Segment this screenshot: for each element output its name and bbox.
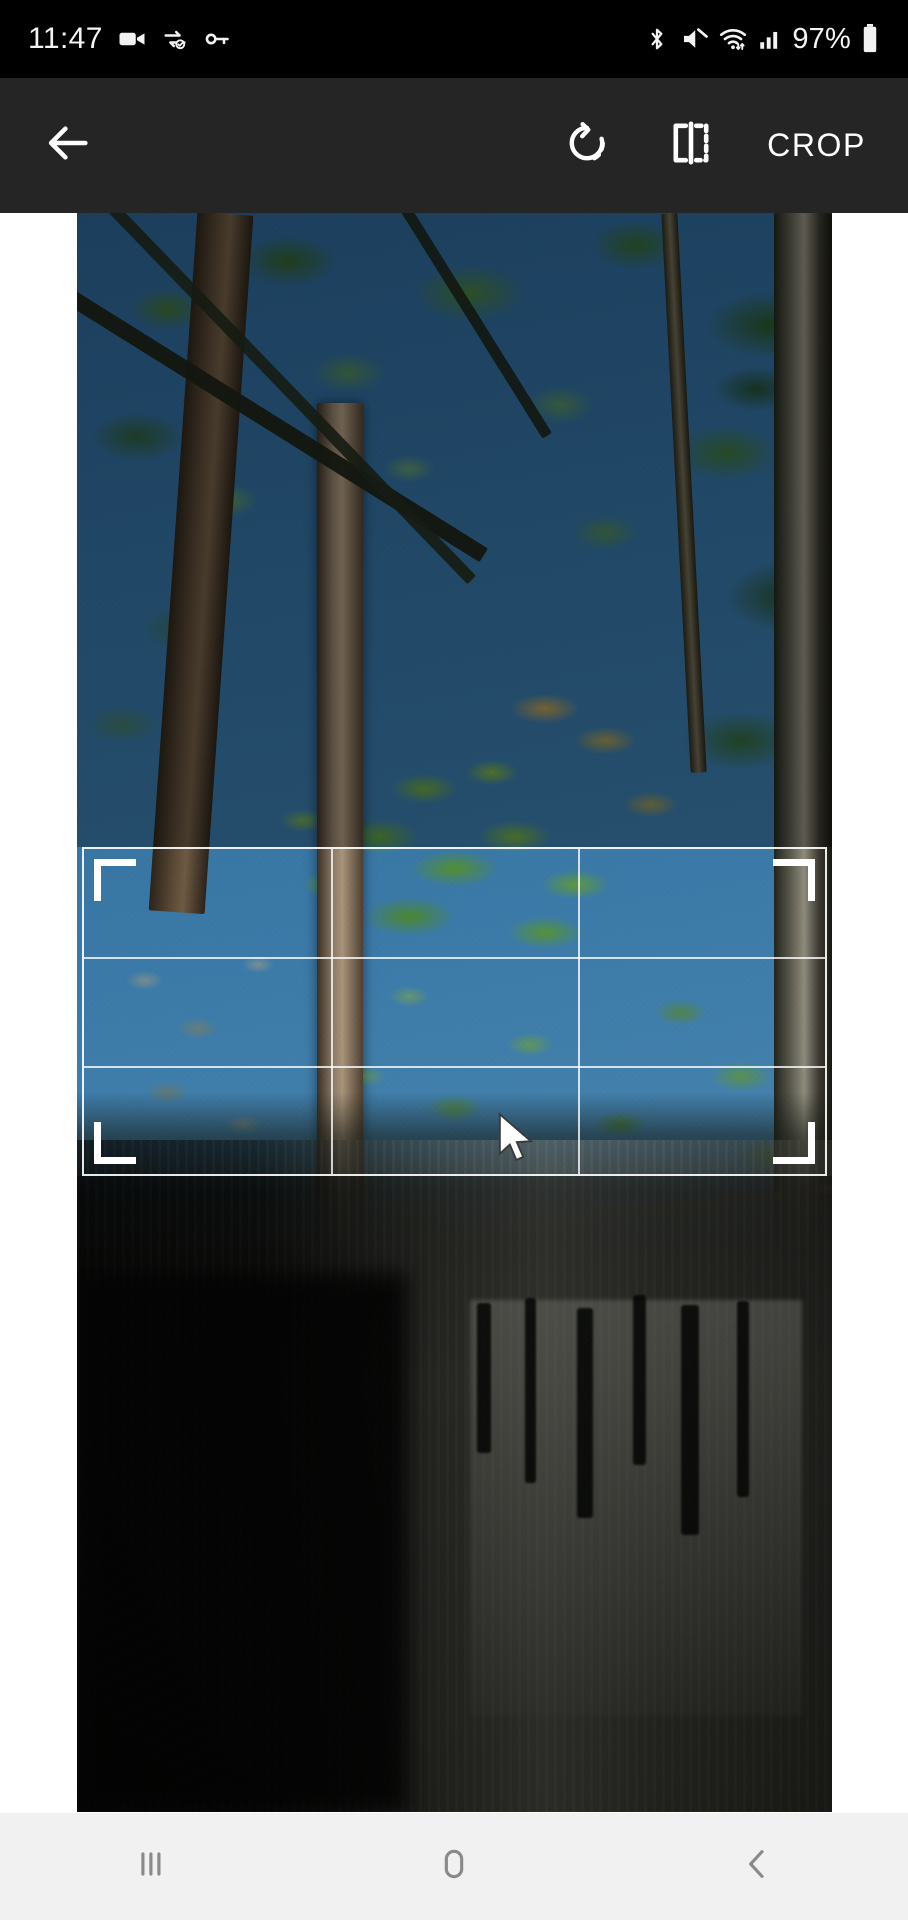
crop-handle-bottom-right[interactable] <box>773 1122 815 1164</box>
nav-back-button[interactable] <box>697 1822 817 1912</box>
photo-preview[interactable] <box>77 213 832 1812</box>
nav-home-button[interactable] <box>394 1822 514 1912</box>
android-navigation-bar <box>0 1813 908 1920</box>
cellular-signal-icon <box>757 25 783 53</box>
phone-screen: 11:47 97% CROP <box>0 0 908 1920</box>
crop-handle-top-right[interactable] <box>773 859 815 901</box>
status-bar-right: 97% <box>644 23 880 56</box>
recents-icon <box>131 1844 171 1889</box>
crop-handle-top-left[interactable] <box>94 859 136 901</box>
editor-canvas <box>0 213 908 1813</box>
flip-horizontal-icon <box>667 119 715 172</box>
bluetooth-icon <box>644 24 670 54</box>
rotate-button[interactable] <box>549 108 625 184</box>
crop-shade-bottom <box>77 1176 832 1812</box>
back-arrow-icon <box>42 117 94 174</box>
editor-toolbar: CROP <box>0 78 908 213</box>
back-button[interactable] <box>30 108 106 184</box>
battery-percent-label: 97% <box>792 22 851 55</box>
data-sync-icon <box>161 25 189 53</box>
status-bar-clock: 11:47 <box>28 22 103 55</box>
crop-handle-bottom-left[interactable] <box>94 1122 136 1164</box>
home-icon <box>434 1844 474 1889</box>
rotate-icon <box>563 119 611 172</box>
crop-grid-line-vertical <box>330 849 333 1174</box>
toolbar-actions: CROP <box>549 108 908 184</box>
volume-mute-icon <box>679 24 709 54</box>
battery-icon <box>860 24 880 54</box>
status-bar: 11:47 97% <box>0 0 908 78</box>
vpn-key-icon <box>203 25 231 53</box>
crop-shade-top <box>77 213 832 847</box>
crop-grid-line-vertical <box>577 849 580 1174</box>
wifi-icon <box>718 24 748 54</box>
crop-button[interactable]: CROP <box>757 117 882 174</box>
flip-button[interactable] <box>653 108 729 184</box>
crop-grid-line-horizontal <box>84 957 825 960</box>
nav-recents-button[interactable] <box>91 1822 211 1912</box>
video-camera-icon <box>117 24 147 54</box>
crop-grid-line-horizontal <box>84 1065 825 1068</box>
back-chevron-icon <box>737 1844 777 1889</box>
status-bar-left: 11:47 <box>28 22 231 56</box>
crop-selection[interactable] <box>82 847 827 1176</box>
